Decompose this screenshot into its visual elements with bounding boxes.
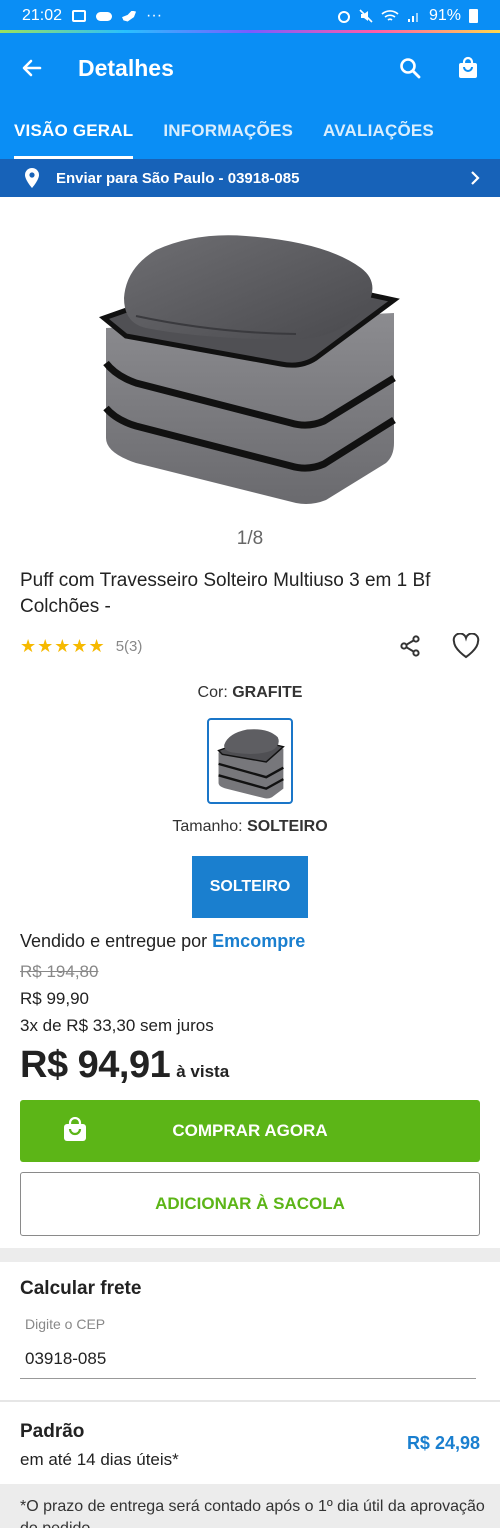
- arrow-left-icon[interactable]: [20, 56, 44, 80]
- shipping-option-price: R$ 24,98: [406, 1433, 480, 1453]
- cep-field-label: Digite o CEP: [25, 1316, 106, 1332]
- tab-bar: VISÃO GERAL INFORMAÇÕES AVALIAÇÕES: [0, 103, 500, 159]
- seller-name-link[interactable]: Emcompre: [212, 931, 305, 951]
- size-label: Tamanho: SOLTEIRO: [0, 818, 500, 836]
- section-separator: [0, 1400, 500, 1402]
- shipping-location-text: Enviar para São Paulo - 03918-085: [56, 169, 300, 187]
- product-title: Puff com Travesseiro Solteiro Multiuso 3…: [20, 570, 431, 617]
- section-divider: [0, 1248, 500, 1262]
- old-price: R$ 194,80: [20, 962, 99, 981]
- share-icon[interactable]: [398, 634, 422, 658]
- buy-now-label: COMPRAR AGORA: [172, 1121, 328, 1140]
- seller-info: Vendido e entregue por Emcompre: [20, 931, 305, 952]
- size-value: SOLTEIRO: [247, 818, 328, 835]
- color-label: Cor: GRAFITE: [0, 684, 500, 702]
- app-bar: Detalhes: [0, 33, 500, 103]
- shopping-bag-icon[interactable]: [456, 56, 480, 80]
- wifi-icon: [381, 10, 399, 21]
- signal-icon: [407, 13, 418, 22]
- mute-icon: [359, 9, 373, 23]
- status-time: 21:02: [22, 7, 63, 24]
- regular-price: R$ 99,90: [20, 989, 89, 1008]
- chevron-right-icon: [471, 171, 480, 185]
- shipping-option-days: em até 14 dias úteis*: [20, 1450, 179, 1469]
- gallery-counter: 1/8: [236, 528, 264, 549]
- cash-price-value: R$ 94,91: [20, 1044, 171, 1086]
- alarm-icon: [337, 11, 350, 23]
- search-icon[interactable]: [398, 56, 422, 80]
- battery-icon: [469, 9, 478, 23]
- location-pin-icon: [25, 168, 39, 188]
- seller-prefix: Vendido e entregue por: [20, 931, 208, 951]
- cloud-notification-icon: [96, 11, 113, 21]
- add-to-bag-button[interactable]: ADICIONAR À SACOLA: [20, 1172, 480, 1236]
- rating-stars[interactable]: ★★★★★: [20, 636, 106, 657]
- cash-price: R$ 94,91 à vista: [20, 1044, 229, 1087]
- buy-now-button[interactable]: COMPRAR AGORA: [20, 1100, 480, 1162]
- page-title: Detalhes: [78, 54, 174, 81]
- status-bar: 21:02 ··· 91%: [0, 0, 500, 32]
- tab-visao-geral[interactable]: VISÃO GERAL: [14, 121, 134, 159]
- cash-price-suffix: à vista: [176, 1062, 230, 1081]
- product-image[interactable]: [96, 228, 402, 510]
- shipping-calc-title: Calcular frete: [20, 1278, 142, 1299]
- tab-informacoes[interactable]: INFORMAÇÕES: [163, 121, 293, 159]
- more-notifications-icon: ···: [146, 7, 163, 24]
- gallery-notification-icon: [72, 10, 87, 22]
- size-option-solteiro[interactable]: SOLTEIRO: [192, 856, 308, 918]
- shipping-location-bar[interactable]: Enviar para São Paulo - 03918-085: [0, 159, 500, 197]
- delivery-note: *O prazo de entrega será contado após o …: [20, 1498, 485, 1528]
- installments: 3x de R$ 33,30 sem juros: [20, 1016, 214, 1035]
- color-label-prefix: Cor:: [197, 684, 228, 701]
- size-label-prefix: Tamanho:: [172, 818, 243, 835]
- cep-input[interactable]: 03918-085: [25, 1349, 106, 1369]
- heart-icon[interactable]: [452, 633, 480, 659]
- rating-count[interactable]: 5(3): [116, 638, 143, 655]
- battery-percent: 91%: [428, 7, 461, 24]
- twitter-notification-icon: [122, 10, 137, 22]
- rating-row: ★★★★★ 5(3): [20, 632, 480, 660]
- color-swatch-grafite[interactable]: [207, 718, 293, 804]
- color-value: GRAFITE: [232, 684, 303, 701]
- cep-input-underline: [20, 1378, 476, 1379]
- shipping-option-name: Padrão: [20, 1421, 85, 1442]
- tab-avaliacoes[interactable]: AVALIAÇÕES: [323, 121, 434, 159]
